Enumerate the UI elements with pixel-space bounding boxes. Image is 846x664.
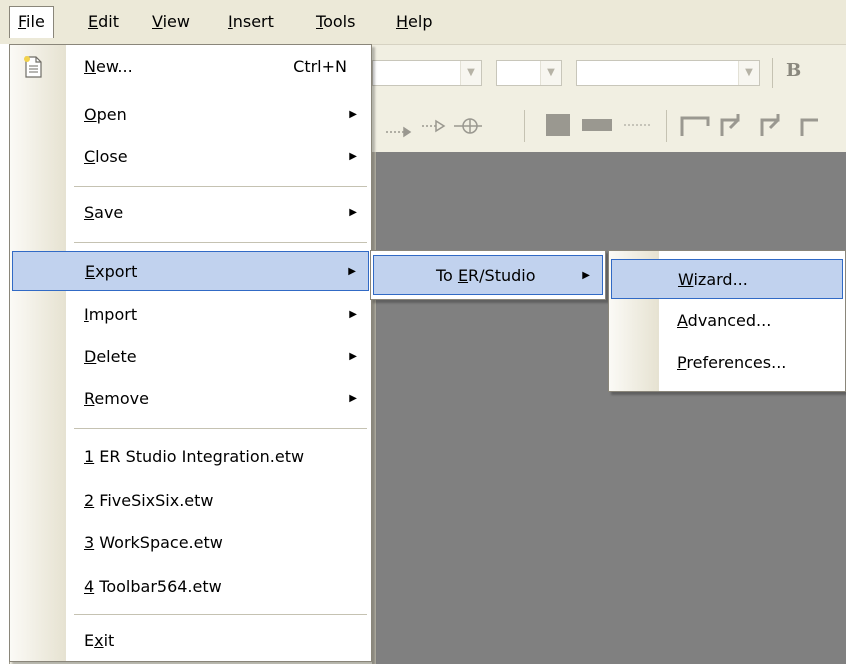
submenu-arrow-icon: ▶	[349, 351, 357, 362]
toolbar-separator	[666, 110, 667, 142]
menu-edit-mnemonic: E	[88, 12, 99, 31]
relationship-tools[interactable]	[382, 112, 492, 140]
menu-item-export-label: Export	[85, 262, 138, 281]
menu-insert-label: nsert	[232, 12, 274, 31]
new-document-icon	[24, 56, 42, 78]
submenu-arrow-icon: ▶	[349, 109, 357, 120]
menu-tools-label: ools	[323, 12, 356, 31]
submenu-arrow-icon: ▶	[582, 270, 590, 281]
menu-item-preferences-label: Preferences...	[677, 353, 787, 372]
submenu-arrow-icon: ▶	[349, 151, 357, 162]
to-er-studio-submenu: Wizard... Advanced... Preferences...	[608, 250, 846, 392]
toolbar-separator	[772, 58, 773, 88]
menu-item-recent-3[interactable]: 3 WorkSpace.etw	[12, 523, 369, 563]
chevron-down-icon[interactable]: ▼	[738, 61, 759, 85]
formatting-toolbar: ▼ ▼ ▼ B	[372, 46, 846, 98]
toolbar-separator	[524, 110, 525, 142]
menu-file-label: ile	[26, 12, 45, 31]
entity-tools[interactable]	[542, 110, 672, 140]
style-combo[interactable]: ▼	[576, 60, 760, 86]
connector-tools[interactable]	[678, 110, 846, 140]
menu-item-to-er-studio-label: To ER/Studio	[436, 266, 536, 285]
menu-item-advanced-label: Advanced...	[677, 311, 772, 330]
menu-item-open-label: Open	[84, 105, 127, 124]
menu-bar: File Edit View Insert Tools Help	[0, 0, 846, 45]
menu-item-recent-2[interactable]: 2 FiveSixSix.etw	[12, 481, 369, 521]
menu-item-save-label: Save	[84, 203, 124, 222]
menu-file-mnemonic: F	[18, 12, 27, 31]
menu-item-export[interactable]: Export ▶	[12, 251, 369, 291]
menu-file[interactable]: File	[9, 6, 54, 38]
menu-item-new-label: New...	[84, 57, 133, 76]
recent-file-label: 1 ER Studio Integration.etw	[84, 447, 305, 466]
menu-edit[interactable]: Edit	[80, 6, 127, 38]
chevron-down-icon[interactable]: ▼	[540, 61, 561, 85]
menu-tools[interactable]: Tools	[308, 6, 363, 38]
menu-item-preferences[interactable]: Preferences...	[611, 343, 843, 383]
menu-item-close[interactable]: Close ▶	[12, 137, 369, 177]
menu-item-advanced[interactable]: Advanced...	[611, 301, 843, 341]
menu-help-label: elp	[408, 12, 433, 31]
menu-tools-mnemonic: T	[316, 12, 324, 31]
submenu-arrow-icon: ▶	[349, 393, 357, 404]
menu-view-label: iew	[162, 12, 190, 31]
bold-button[interactable]: B	[786, 60, 801, 81]
menu-item-delete[interactable]: Delete ▶	[12, 337, 369, 377]
menu-item-save[interactable]: Save ▶	[12, 193, 369, 233]
menu-item-delete-label: Delete	[84, 347, 137, 366]
menu-separator	[74, 186, 367, 187]
chevron-down-icon[interactable]: ▼	[460, 61, 481, 85]
menu-item-remove-label: Remove	[84, 389, 149, 408]
menu-help[interactable]: Help	[388, 6, 440, 38]
menu-item-new[interactable]: New... Ctrl+N	[12, 47, 369, 87]
menu-edit-label: dit	[98, 12, 119, 31]
recent-file-label: 3 WorkSpace.etw	[84, 533, 223, 552]
menu-item-close-label: Close	[84, 147, 128, 166]
recent-file-label: 4 Toolbar564.etw	[84, 577, 222, 596]
menu-item-exit[interactable]: Exit	[12, 621, 369, 661]
menu-item-remove[interactable]: Remove ▶	[12, 379, 369, 419]
submenu-arrow-icon: ▶	[349, 309, 357, 320]
menu-item-import[interactable]: Import ▶	[12, 295, 369, 335]
menu-separator	[74, 614, 367, 615]
menu-item-to-er-studio[interactable]: To ER/Studio ▶	[373, 255, 603, 295]
menu-item-recent-4[interactable]: 4 Toolbar564.etw	[12, 567, 369, 607]
menu-item-wizard-label: Wizard...	[678, 270, 748, 289]
file-menu-dropdown: New... Ctrl+N Open ▶ Close ▶ Save ▶ Expo…	[9, 44, 372, 662]
menu-item-open[interactable]: Open ▶	[12, 95, 369, 135]
drawing-toolbar	[372, 100, 846, 152]
diagram-canvas[interactable]	[372, 152, 846, 664]
menu-insert[interactable]: Insert	[220, 6, 282, 38]
menu-item-wizard[interactable]: Wizard...	[611, 259, 843, 299]
size-combo[interactable]: ▼	[496, 60, 562, 86]
menu-item-recent-1[interactable]: 1 ER Studio Integration.etw	[12, 437, 369, 477]
submenu-arrow-icon: ▶	[349, 207, 357, 218]
menu-view-mnemonic: V	[152, 12, 163, 31]
menu-separator	[74, 242, 367, 243]
menu-item-exit-label: Exit	[84, 631, 115, 650]
export-submenu: To ER/Studio ▶	[370, 250, 606, 300]
submenu-arrow-icon: ▶	[348, 266, 356, 277]
menu-item-new-shortcut: Ctrl+N	[293, 57, 347, 76]
menu-help-mnemonic: H	[396, 12, 409, 31]
menu-item-import-label: Import	[84, 305, 138, 324]
menu-separator	[74, 428, 367, 429]
font-combo[interactable]: ▼	[372, 60, 482, 86]
recent-file-label: 2 FiveSixSix.etw	[84, 491, 214, 510]
menu-view[interactable]: View	[144, 6, 198, 38]
